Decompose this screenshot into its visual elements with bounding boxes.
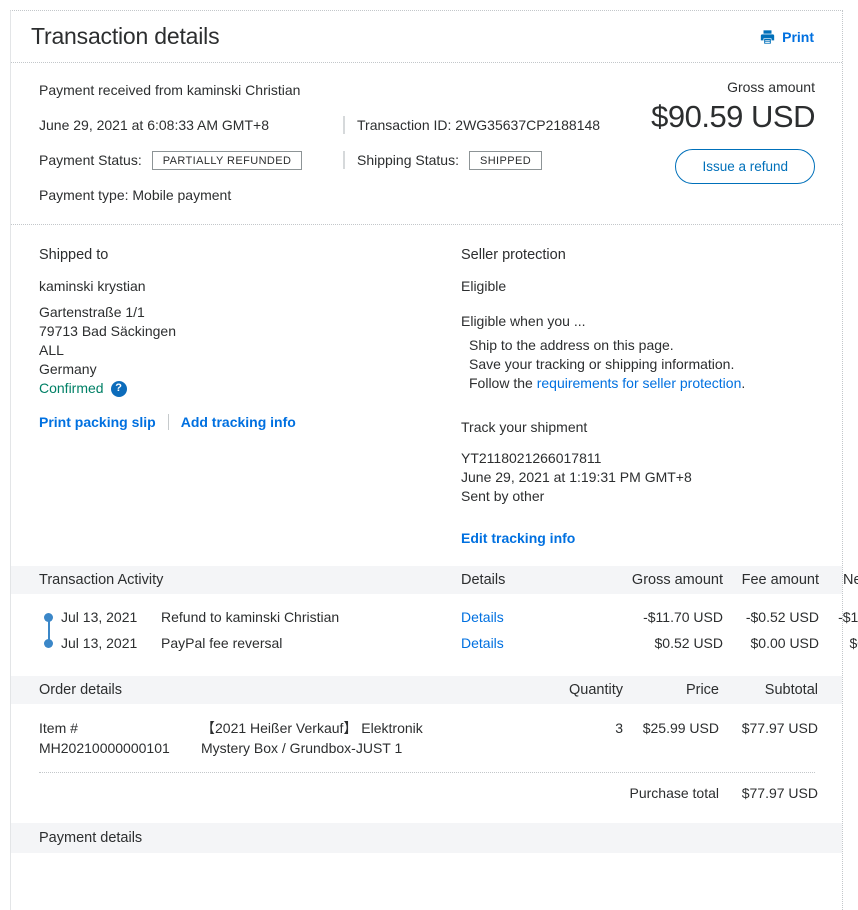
col-header-subtotal: Subtotal [764, 682, 818, 698]
order-item-row: Item # MH20210000000101 【2021 Heißer Ver… [11, 704, 842, 772]
divider [167, 414, 169, 430]
help-icon[interactable]: ? [110, 380, 127, 397]
divider [343, 151, 345, 169]
eligible-when-title: Eligible when you ... [461, 313, 586, 329]
activity-gross: -$11.70 USD [643, 609, 723, 625]
payment-summary: Payment received from kaminski Christian… [11, 63, 842, 224]
print-button[interactable]: Print [759, 29, 814, 45]
col-header-gross: Gross amount [631, 572, 723, 588]
activity-net: -$11.18 USD [838, 609, 858, 625]
payment-status-badge: PARTIALLY REFUNDED [151, 150, 303, 170]
address-line: Germany [39, 361, 97, 377]
gross-amount-label: Gross amount [727, 79, 815, 95]
seller-protection-section: Seller protection Eligible Eligible when… [461, 233, 815, 546]
gross-amount-value: $90.59 USD [651, 99, 815, 134]
print-packing-slip-link[interactable]: Print packing slip [39, 414, 156, 430]
card-header: Transaction details Print [11, 11, 842, 63]
condition-item: Save your tracking or shipping informati… [469, 356, 735, 372]
shipping-status-badge: SHIPPED [468, 150, 543, 170]
order-details-header: Order details Quantity Price Subtotal [11, 676, 842, 704]
purchase-total-label: Purchase total [629, 785, 720, 801]
activity-title: Transaction Activity [39, 572, 164, 588]
activity-gross: $0.52 USD [654, 635, 723, 651]
item-name: 【2021 Heißer Verkauf】 Elektronik Mystery… [201, 720, 423, 756]
payment-details-header: Payment details [11, 823, 842, 853]
transaction-activity-header: Transaction Activity Details Gross amoun… [11, 566, 858, 594]
shipped-to-title: Shipped to [39, 247, 109, 263]
table-row: Jul 13, 2021 PayPal fee reversal Details… [39, 630, 858, 656]
received-from: Payment received from kaminski Christian [39, 82, 301, 98]
timeline-connector [48, 616, 50, 642]
col-header-net: Net amount [843, 572, 858, 588]
address-line: 79713 Bad Säckingen [39, 323, 176, 339]
tracking-date: June 29, 2021 at 1:19:31 PM GMT+8 [461, 469, 692, 485]
transaction-details-card: Transaction details Print Payment receiv… [10, 10, 858, 910]
activity-date: Jul 13, 2021 [61, 609, 138, 625]
shipped-to-section: Shipped to kaminski krystian Gartenstraß… [39, 233, 461, 546]
page-title: Transaction details [31, 23, 220, 49]
shipping-status-label: Shipping Status: [357, 152, 459, 168]
item-price: $25.99 USD [642, 720, 719, 736]
activity-description: PayPal fee reversal [161, 635, 283, 651]
seller-protection-title: Seller protection [461, 247, 566, 263]
purchase-total-value: $77.97 USD [741, 785, 818, 801]
payment-type: Payment type: Mobile payment [39, 187, 232, 203]
col-header-quantity: Quantity [569, 682, 623, 698]
order-details-title: Order details [39, 682, 123, 698]
add-tracking-info-link[interactable]: Add tracking info [181, 414, 296, 430]
payment-status-label: Payment Status: [39, 152, 142, 168]
issue-refund-button[interactable]: Issue a refund [675, 149, 815, 184]
divider [343, 116, 345, 134]
item-quantity: 3 [615, 720, 623, 736]
printer-icon [759, 29, 776, 45]
address-line: ALL [39, 342, 64, 358]
condition-item: Follow the requirements for seller prote… [469, 374, 815, 393]
item-number: Item # MH20210000000101 [39, 720, 170, 756]
activity-date: Jul 13, 2021 [61, 635, 138, 651]
address-line: Gartenstraße 1/1 [39, 304, 145, 320]
activity-fee: $0.00 USD [750, 635, 819, 651]
tracking-number: YT2118021266017811 [461, 450, 602, 466]
payment-date: June 29, 2021 at 6:08:33 AM GMT+8 [39, 117, 269, 133]
col-header-fee: Fee amount [741, 572, 819, 588]
activity-description: Refund to kaminski Christian [161, 609, 340, 625]
recipient-name: kaminski krystian [39, 278, 146, 294]
transaction-id: Transaction ID: 2WG35637CP2188148 [357, 117, 601, 133]
activity-fee: -$0.52 USD [745, 609, 819, 625]
print-label: Print [782, 28, 814, 45]
payment-details-title: Payment details [39, 830, 143, 846]
purchase-total-row: Purchase total $77.97 USD [11, 773, 842, 815]
edit-tracking-info-link[interactable]: Edit tracking info [461, 530, 575, 546]
transaction-activity-rows: Jul 13, 2021 Refund to kaminski Christia… [11, 594, 858, 664]
details-link[interactable]: Details [461, 609, 504, 625]
table-row: Jul 13, 2021 Refund to kaminski Christia… [39, 604, 858, 630]
col-header-details: Details [461, 572, 506, 588]
details-link[interactable]: Details [461, 635, 504, 651]
condition-text: . [741, 375, 746, 391]
activity-net: $0.52 USD [849, 635, 858, 651]
seller-protection-requirements-link[interactable]: requirements for seller protection [537, 375, 742, 391]
seller-protection-status: Eligible [461, 278, 507, 294]
condition-item: Ship to the address on this page. [469, 337, 674, 353]
address-confirmed-status: Confirmed [39, 380, 104, 396]
col-header-price: Price [685, 682, 719, 698]
item-subtotal: $77.97 USD [741, 720, 818, 736]
track-shipment-title: Track your shipment [461, 419, 588, 435]
tracking-carrier: Sent by other [461, 488, 545, 504]
condition-text: Follow the [469, 375, 537, 391]
